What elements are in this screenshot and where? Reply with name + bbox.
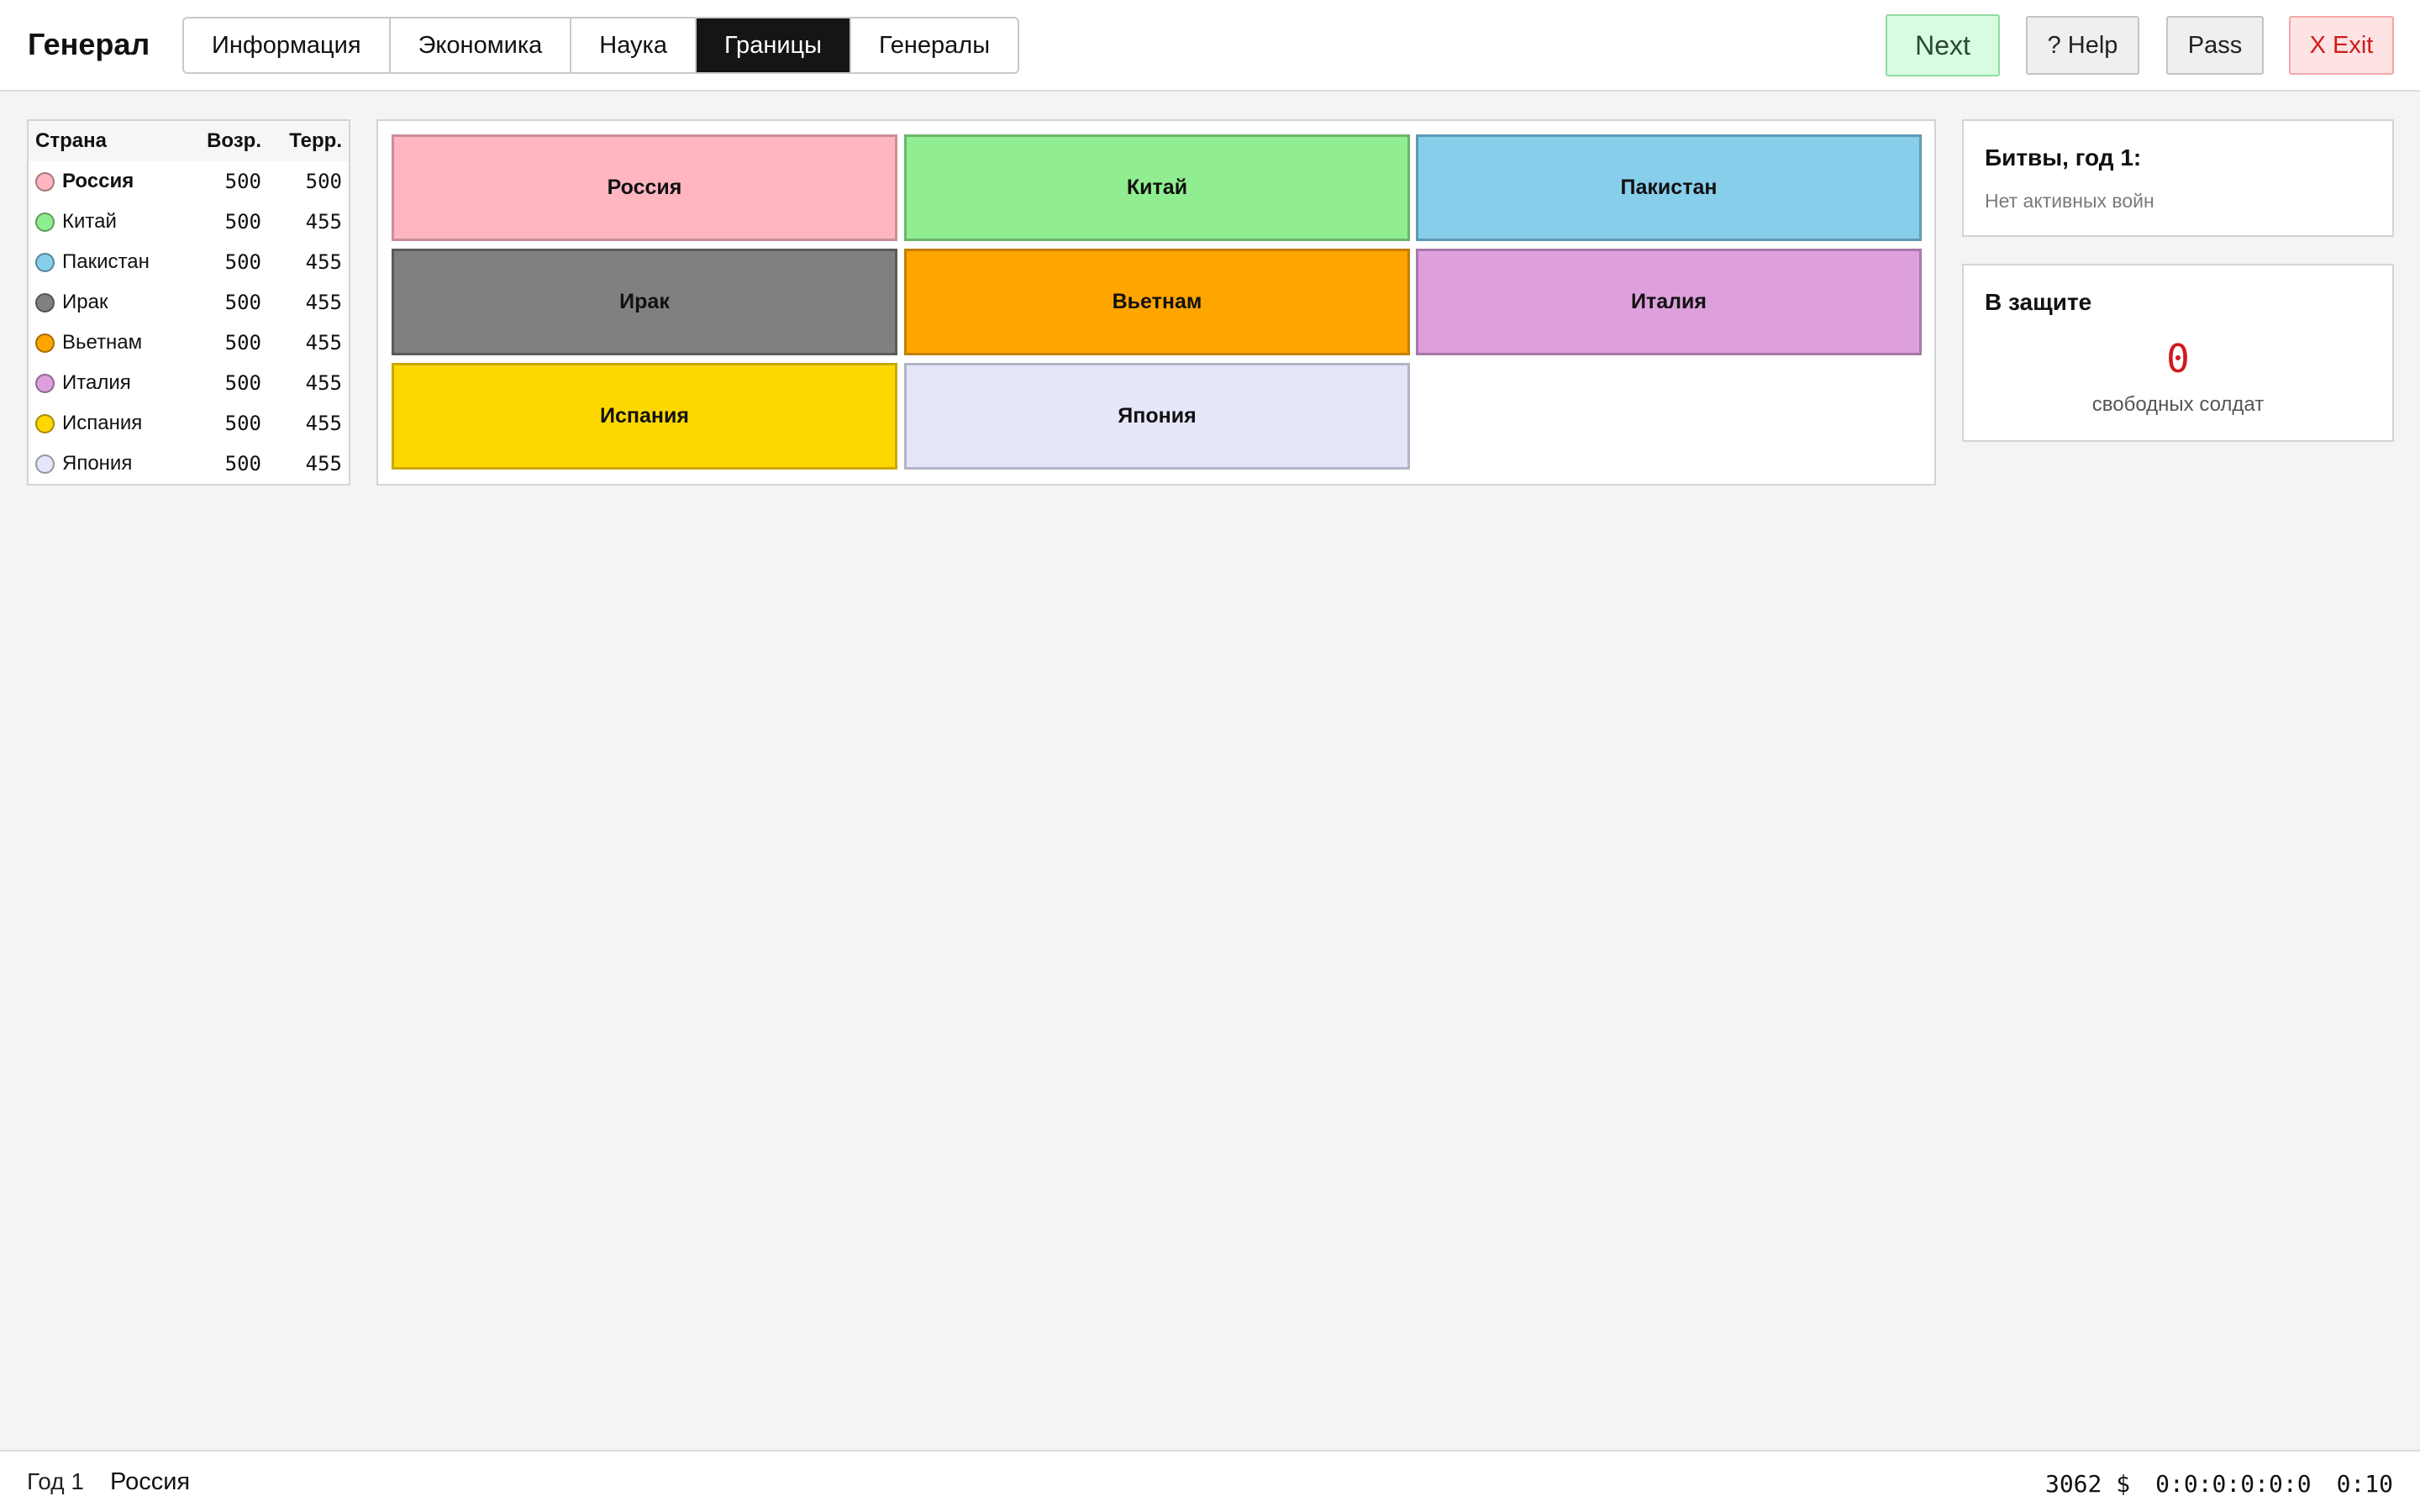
battles-empty-text: Нет активных войн bbox=[1985, 190, 2154, 212]
country-name: Япония bbox=[62, 452, 133, 475]
territory-cell: 455 bbox=[305, 250, 342, 274]
map-tile[interactable]: Вьетнам bbox=[904, 249, 1410, 355]
territory-cell: 500 bbox=[305, 170, 342, 193]
country-cell: Китай bbox=[35, 210, 187, 234]
territory-cell: 455 bbox=[305, 412, 342, 435]
battles-panel: Битвы, год 1: Нет активных войн bbox=[1962, 119, 2394, 237]
country-name: Вьетнам bbox=[62, 331, 143, 354]
tab-generals[interactable]: Генералы bbox=[851, 18, 1018, 72]
territory-cell: 455 bbox=[305, 210, 342, 234]
country-name: Китай bbox=[62, 210, 117, 233]
table-row[interactable]: Испания 500 455 bbox=[29, 403, 349, 444]
app-title: Генерал bbox=[28, 27, 150, 61]
table-row[interactable]: Япония 500 455 bbox=[29, 444, 349, 484]
tab-information[interactable]: Информация bbox=[184, 18, 391, 72]
pass-button[interactable]: Pass bbox=[2166, 16, 2264, 75]
table-header: Страна Возр. Терр. bbox=[29, 121, 349, 161]
country-name: Италия bbox=[62, 371, 131, 394]
country-name: Пакистан bbox=[62, 250, 150, 273]
country-cell: Япония bbox=[35, 452, 187, 475]
tab-economy[interactable]: Экономика bbox=[391, 18, 572, 72]
help-button[interactable]: ? Help bbox=[2026, 16, 2139, 75]
country-color-dot-icon bbox=[35, 333, 55, 353]
top-bar: Генерал Информация Экономика Наука Грани… bbox=[0, 0, 2420, 92]
table-row[interactable]: Италия 500 455 bbox=[29, 363, 349, 403]
borders-map: Россия Китай Пакистан Ирак Вьетнам Италия Испа… bbox=[376, 119, 1936, 486]
free-soldiers-count: 0 bbox=[2166, 336, 2190, 381]
header-age: Возр. bbox=[207, 129, 261, 152]
country-table: Страна Возр. Терр. Россия 500 500 Китай 500 4… bbox=[27, 119, 350, 486]
country-cell: Италия bbox=[35, 371, 187, 395]
tab-bar: Информация Экономика Наука Границы Генер… bbox=[182, 17, 1020, 74]
country-cell: Ирак bbox=[35, 291, 187, 314]
status-year: Год 1 bbox=[27, 1468, 84, 1494]
map-tile[interactable]: Китай bbox=[904, 134, 1410, 241]
tab-borders[interactable]: Границы bbox=[696, 18, 851, 72]
header-country: Страна bbox=[35, 129, 107, 152]
table-row[interactable]: Вьетнам 500 455 bbox=[29, 323, 349, 363]
status-money: 3062 $ bbox=[2044, 1470, 2131, 1498]
map-tile[interactable]: Италия bbox=[1416, 249, 1922, 355]
map-tile[interactable]: Россия bbox=[392, 134, 897, 241]
age-cell: 500 bbox=[224, 452, 261, 475]
age-cell: 500 bbox=[224, 250, 261, 274]
country-name: Ирак bbox=[62, 291, 108, 313]
territory-cell: 455 bbox=[305, 291, 342, 314]
age-cell: 500 bbox=[224, 412, 261, 435]
table-row[interactable]: Китай 500 455 bbox=[29, 202, 349, 242]
country-color-dot-icon bbox=[35, 413, 55, 433]
free-soldiers-caption: свободных солдат bbox=[2091, 393, 2265, 416]
country-name: Россия bbox=[62, 170, 134, 192]
defense-panel: В защите 0 свободных солдат bbox=[1962, 264, 2394, 442]
status-bar: Год 1 Россия 3062 $ 0:0:0:0:0:0 0:10 bbox=[0, 1450, 2420, 1512]
territory-cell: 455 bbox=[305, 452, 342, 475]
age-cell: 500 bbox=[224, 331, 261, 354]
country-cell: Россия bbox=[35, 170, 187, 193]
table-row[interactable]: Пакистан 500 455 bbox=[29, 242, 349, 282]
age-cell: 500 bbox=[224, 210, 261, 234]
age-cell: 500 bbox=[224, 291, 261, 314]
territory-cell: 455 bbox=[305, 331, 342, 354]
country-color-dot-icon bbox=[35, 252, 55, 272]
map-tile[interactable]: Пакистан bbox=[1416, 134, 1922, 241]
country-color-dot-icon bbox=[35, 373, 55, 393]
country-color-dot-icon bbox=[35, 212, 55, 232]
table-row[interactable]: Ирак 500 455 bbox=[29, 282, 349, 323]
map-tile[interactable]: Япония bbox=[904, 363, 1410, 470]
status-time: 0:10 bbox=[2336, 1470, 2393, 1498]
map-tile[interactable]: Испания bbox=[392, 363, 897, 470]
defense-title: В защите bbox=[1985, 289, 2092, 315]
header-territory: Терр. bbox=[289, 129, 342, 152]
territory-cell: 455 bbox=[305, 371, 342, 395]
table-row[interactable]: Россия 500 500 bbox=[29, 161, 349, 202]
tab-science[interactable]: Наука bbox=[571, 18, 697, 72]
country-cell: Испания bbox=[35, 412, 187, 435]
country-color-dot-icon bbox=[35, 454, 55, 474]
table-body: Россия 500 500 Китай 500 455 Пакистан 500 455 Ира… bbox=[29, 161, 349, 484]
status-country: Россия bbox=[110, 1468, 191, 1495]
country-name: Испания bbox=[62, 412, 143, 434]
country-cell: Вьетнам bbox=[35, 331, 187, 354]
map-tile[interactable]: Ирак bbox=[392, 249, 897, 355]
country-color-dot-icon bbox=[35, 171, 55, 192]
exit-button[interactable]: X Exit bbox=[2289, 16, 2394, 75]
country-color-dot-icon bbox=[35, 292, 55, 312]
battles-title: Битвы, год 1: bbox=[1985, 144, 2142, 171]
status-counters: 0:0:0:0:0:0 bbox=[2155, 1470, 2312, 1498]
age-cell: 500 bbox=[224, 170, 261, 193]
age-cell: 500 bbox=[224, 371, 261, 395]
next-button[interactable]: Next bbox=[1886, 14, 2000, 76]
status-right: 3062 $ 0:0:0:0:0:0 0:10 bbox=[2045, 1470, 2393, 1498]
country-cell: Пакистан bbox=[35, 250, 187, 274]
